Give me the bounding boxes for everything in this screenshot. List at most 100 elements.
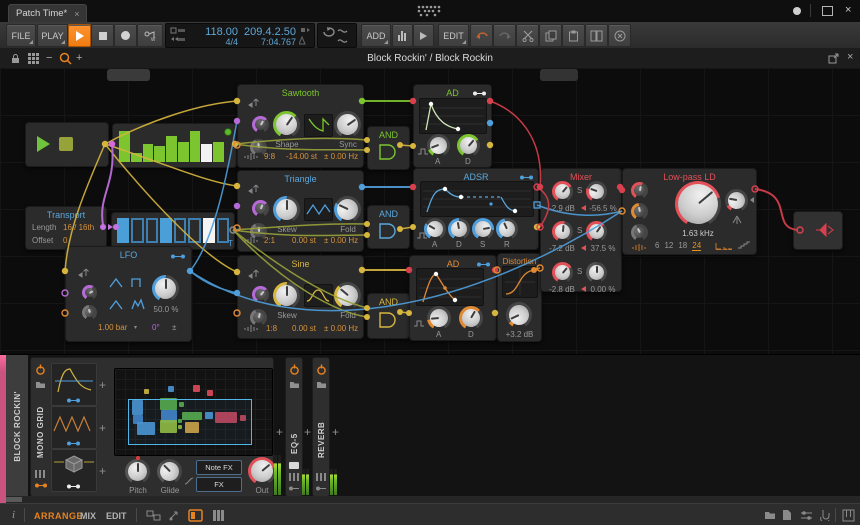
preset-folder-icon[interactable] bbox=[316, 380, 327, 389]
stop-button[interactable] bbox=[91, 24, 114, 47]
gate-step[interactable] bbox=[146, 218, 158, 243]
slope-option[interactable]: 6 bbox=[655, 241, 659, 250]
grid-io-cell-fx[interactable] bbox=[51, 449, 97, 492]
gate-step[interactable] bbox=[160, 218, 172, 243]
mixer-pan-knob[interactable] bbox=[586, 262, 607, 283]
waveform-mode-icon[interactable] bbox=[243, 152, 259, 162]
lfo-shape-icons[interactable] bbox=[108, 275, 150, 313]
edit-menu-button[interactable]: EDIT bbox=[438, 24, 469, 47]
attack-knob[interactable] bbox=[427, 134, 450, 157]
browser-folder-icon[interactable] bbox=[764, 510, 776, 520]
mixer-panel-toggle-icon[interactable] bbox=[212, 509, 225, 522]
gate-step[interactable] bbox=[203, 218, 215, 243]
out-knob[interactable] bbox=[248, 457, 276, 485]
preset-folder-icon[interactable] bbox=[35, 380, 46, 389]
grid-overview-selection[interactable] bbox=[128, 399, 252, 445]
step-bar[interactable] bbox=[166, 136, 177, 162]
device-power-icon[interactable] bbox=[316, 364, 327, 375]
mixer-gain-knob[interactable] bbox=[552, 181, 573, 202]
add-device-button[interactable]: + bbox=[332, 425, 339, 439]
decay-knob[interactable] bbox=[448, 218, 470, 240]
mixer-pan-knob[interactable] bbox=[586, 181, 607, 202]
fx-button[interactable]: FX bbox=[196, 477, 242, 492]
trigger-gate-icon[interactable] bbox=[59, 137, 73, 151]
edit-view-button[interactable]: EDIT bbox=[106, 511, 127, 521]
module-trigger[interactable] bbox=[25, 122, 109, 167]
cutoff-mod-knob[interactable] bbox=[631, 203, 648, 220]
offset-value[interactable]: 0 bbox=[63, 236, 67, 245]
drive-value[interactable]: +3.2 dB bbox=[498, 330, 541, 339]
gate-step[interactable] bbox=[131, 218, 143, 243]
grid-overview-display[interactable] bbox=[114, 368, 273, 456]
add-device-button[interactable]: + bbox=[304, 425, 311, 439]
lfo-polarity-toggle[interactable]: ± bbox=[172, 323, 176, 332]
modulation-source-icon[interactable] bbox=[472, 90, 487, 97]
pan-value[interactable]: 37.5 % bbox=[587, 244, 619, 253]
osc-mod-knob[interactable] bbox=[252, 286, 269, 303]
glide-knob[interactable] bbox=[157, 459, 182, 484]
record-button[interactable] bbox=[114, 24, 137, 47]
decay-knob[interactable] bbox=[459, 306, 483, 330]
drive-knob[interactable] bbox=[506, 302, 532, 328]
step-bar[interactable] bbox=[178, 142, 189, 162]
detach-panel-icon[interactable] bbox=[828, 53, 839, 64]
module-gates[interactable] bbox=[111, 212, 235, 250]
device-display-icon[interactable] bbox=[289, 462, 299, 469]
module-and-1[interactable]: AND bbox=[367, 126, 410, 170]
add-module-button[interactable]: + bbox=[99, 464, 106, 478]
delete-button[interactable] bbox=[608, 24, 631, 47]
scroll-handle[interactable] bbox=[6, 497, 22, 502]
skew-knob[interactable] bbox=[273, 196, 300, 223]
gates-step-display[interactable] bbox=[117, 218, 229, 243]
module-sawtooth[interactable]: Sawtooth Shape Sync 9:8 -14.00 st ± 0.00… bbox=[237, 84, 364, 168]
step-bar[interactable] bbox=[154, 146, 165, 163]
add-button[interactable]: ADD bbox=[361, 24, 391, 47]
arrange-view-button[interactable]: ARRANGE bbox=[34, 511, 83, 521]
glide-mode-icon[interactable] bbox=[184, 476, 194, 486]
meter-toggle-button[interactable] bbox=[392, 24, 413, 47]
modulation-source-icon[interactable] bbox=[170, 253, 186, 260]
tab-close-icon[interactable]: × bbox=[74, 9, 79, 19]
gate-step[interactable] bbox=[188, 218, 200, 243]
device-panel-toggle-icon[interactable] bbox=[188, 509, 203, 522]
note-fx-button[interactable]: Note FX bbox=[196, 460, 242, 475]
module-audio-out[interactable] bbox=[793, 211, 843, 250]
ratio-value[interactable]: 9:8 bbox=[264, 152, 275, 161]
duplicate-button[interactable] bbox=[585, 24, 608, 47]
length-value[interactable]: 16 / 16th bbox=[63, 223, 94, 232]
module-lowpass[interactable]: Low-pass LD 1.63 kHz 6121824 bbox=[622, 168, 757, 255]
steps-bar-display[interactable] bbox=[119, 129, 224, 162]
device-power-icon[interactable] bbox=[35, 364, 46, 375]
detune-value[interactable]: ± 0.00 Hz bbox=[324, 152, 358, 161]
device-expand-icon[interactable] bbox=[35, 470, 46, 478]
waveform-mode-icon[interactable] bbox=[631, 243, 647, 252]
device-expand-icon[interactable] bbox=[316, 473, 327, 481]
modulation-source-icon[interactable] bbox=[476, 261, 491, 268]
step-bar[interactable] bbox=[190, 131, 201, 162]
module-adsr[interactable]: ADSR A D S R bbox=[413, 168, 539, 250]
close-window-icon[interactable]: × bbox=[845, 4, 851, 16]
file-menu-button[interactable]: FILE bbox=[6, 24, 36, 47]
solo-toggle[interactable]: S bbox=[577, 186, 582, 195]
lfo-mod-knob[interactable] bbox=[82, 285, 97, 300]
cutoff-value[interactable]: 1.63 kHz bbox=[671, 229, 725, 238]
close-panel-icon[interactable]: × bbox=[847, 51, 853, 63]
osc-mod-knob[interactable] bbox=[252, 116, 269, 133]
piano-keyboard-icon[interactable] bbox=[842, 509, 855, 522]
slope-option[interactable]: 18 bbox=[678, 241, 687, 250]
module-and-2[interactable]: AND bbox=[367, 205, 410, 249]
groove-button[interactable]: w bbox=[137, 24, 163, 47]
time-signature-value[interactable]: 4/4 bbox=[188, 37, 238, 47]
pitch-offset-value[interactable]: 0.00 st bbox=[292, 236, 316, 245]
undo-button[interactable] bbox=[470, 24, 493, 47]
keytrack-icon[interactable] bbox=[731, 215, 743, 225]
module-mixer[interactable]: Mixer S -2.9 dB -56.5 % S -7.2 dB 37.5 %… bbox=[540, 168, 622, 292]
skew-knob[interactable] bbox=[273, 282, 300, 309]
preset-folder-icon[interactable] bbox=[289, 380, 300, 389]
gain-value[interactable]: -2.8 dB bbox=[543, 285, 581, 294]
module-ad-2[interactable]: AD A D bbox=[409, 255, 497, 341]
modulation-source-icon[interactable] bbox=[519, 174, 534, 181]
track-header[interactable]: BLOCK ROCKIN' bbox=[6, 355, 28, 497]
add-device-button[interactable]: + bbox=[276, 425, 283, 439]
gain-value[interactable]: -7.2 dB bbox=[543, 244, 581, 253]
